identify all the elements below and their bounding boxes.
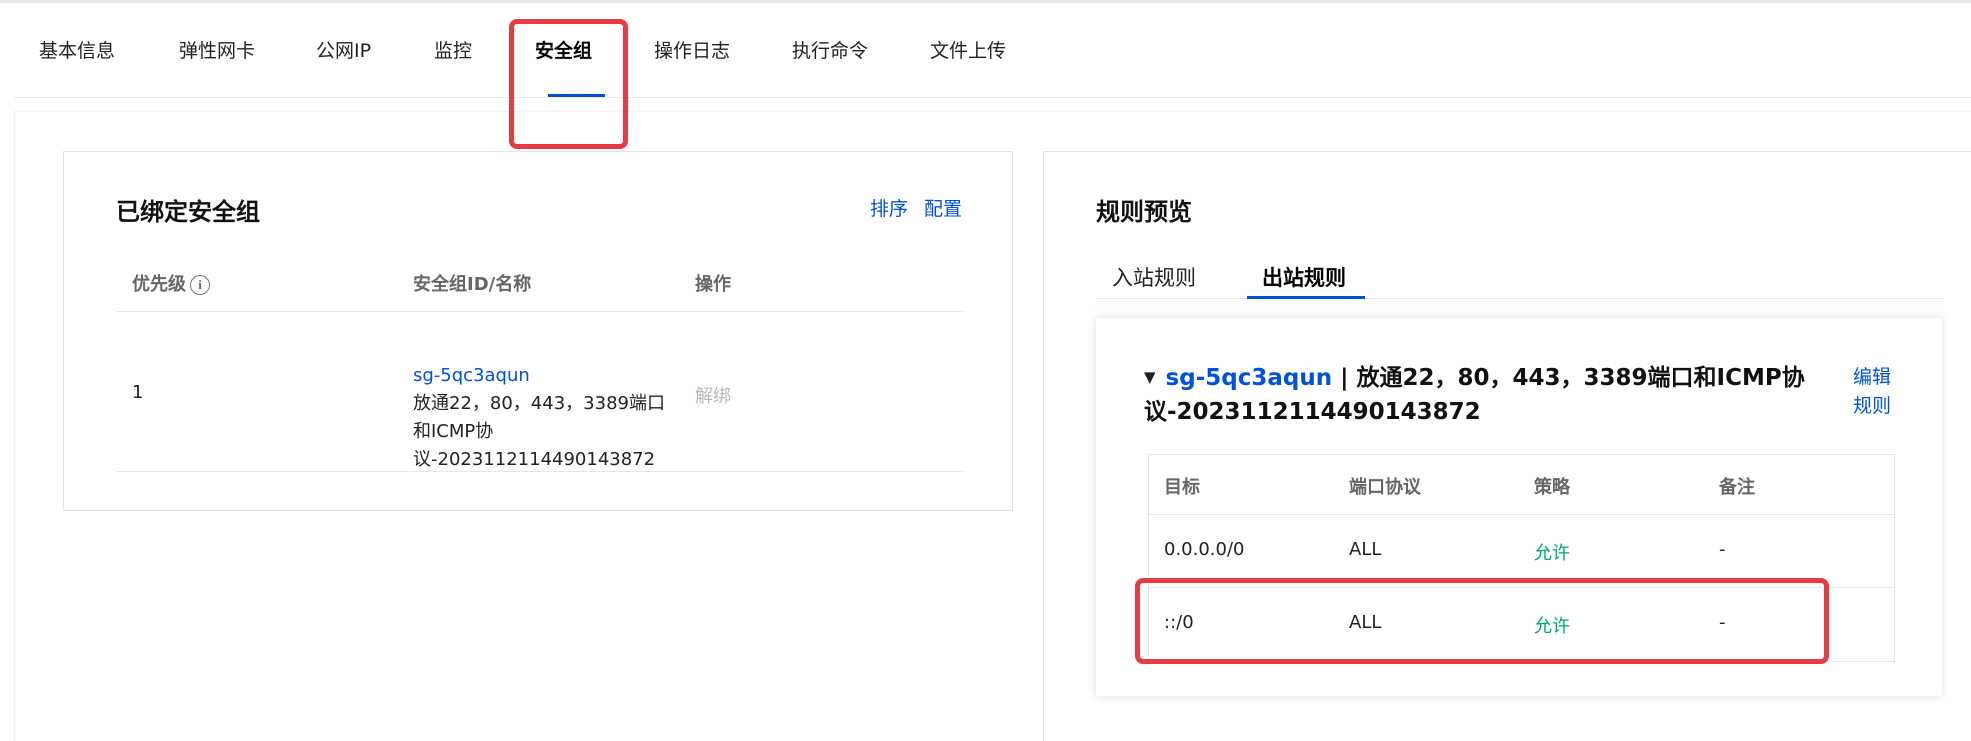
col-remark: 备注: [1719, 477, 1755, 498]
subtab-divider: [1096, 298, 1944, 299]
collapse-caret-icon[interactable]: ▼: [1144, 368, 1156, 386]
tab-monitor[interactable]: 监控: [434, 36, 472, 63]
sg-name-line: 和ICMP协: [413, 421, 494, 442]
col-port-protocol: 端口协议: [1349, 477, 1421, 498]
table-divider: [116, 471, 963, 472]
edit-rules-link[interactable]: 编辑 规则: [1853, 363, 1903, 421]
row-remark: -: [1719, 539, 1726, 560]
bound-sg-title: 已绑定安全组: [116, 198, 260, 226]
detail-tabs: 基本信息 弹性网卡 公网IP 监控 安全组 操作日志 执行命令 文件上传: [14, 3, 1971, 98]
tab-operation-log[interactable]: 操作日志: [654, 36, 730, 63]
tab-run-command[interactable]: 执行命令: [792, 36, 868, 63]
col-policy: 策略: [1534, 477, 1570, 498]
highlight-box-security-tab: [509, 19, 628, 149]
tab-eni[interactable]: 弹性网卡: [179, 36, 255, 63]
tab-inbound-rules[interactable]: 入站规则: [1112, 262, 1196, 292]
row-priority: 1: [132, 382, 144, 403]
col-sg-id-name: 安全组ID/名称: [413, 274, 532, 295]
sg-id-link[interactable]: sg-5qc3aqun: [413, 362, 668, 390]
row-port: ALL: [1349, 539, 1382, 560]
col-priority: 优先级 i: [132, 270, 210, 296]
sg-id-label[interactable]: sg-5qc3aqun: [1166, 365, 1333, 391]
bound-security-groups-card: 已绑定安全组 排序 配置 优先级 i 安全组ID/名称 操作 1 sg-5qc3a…: [63, 151, 1013, 511]
active-subtab-indicator: [1247, 296, 1365, 299]
table-divider: [116, 311, 963, 312]
info-icon[interactable]: i: [190, 275, 210, 295]
highlight-box-ipv6-rule: [1135, 578, 1829, 664]
sort-link[interactable]: 排序: [870, 194, 908, 221]
sg-name-line: 放通22，80，443，3389端口: [413, 393, 665, 414]
table-divider: [1149, 514, 1894, 515]
col-operation: 操作: [695, 274, 731, 295]
config-link[interactable]: 配置: [924, 194, 962, 221]
sg-group-header: ▼ sg-5qc3aqun | 放通22，80，443，3389端口和ICMP协议…: [1144, 360, 1824, 429]
tab-outbound-rules[interactable]: 出站规则: [1262, 262, 1346, 292]
row-target: 0.0.0.0/0: [1164, 539, 1245, 560]
unbind-button[interactable]: 解绑: [695, 382, 731, 408]
rule-preview-title: 规则预览: [1096, 198, 1192, 226]
table-row: sg-5qc3aqun 放通22，80，443，3389端口 和ICMP协 议-…: [413, 362, 668, 474]
col-target: 目标: [1164, 477, 1200, 498]
sg-name-line: 议-2023112114490143872: [413, 449, 656, 470]
tab-file-upload[interactable]: 文件上传: [930, 36, 1006, 63]
row-policy: 允许: [1534, 543, 1570, 564]
tab-public-ip[interactable]: 公网IP: [316, 36, 371, 63]
tab-basic-info[interactable]: 基本信息: [39, 36, 115, 63]
